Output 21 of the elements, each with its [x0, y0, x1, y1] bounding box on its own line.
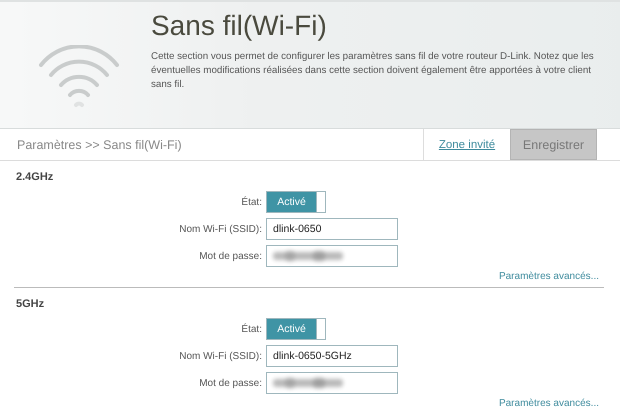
advanced-settings-link[interactable]: Paramètres avancés... — [498, 398, 599, 409]
band-title: 5GHz — [16, 297, 46, 312]
state-label: État: — [240, 324, 262, 334]
ssid-field[interactable]: dlink-0650 — [266, 218, 398, 240]
ssid-label: Nom Wi-Fi (SSID): — [178, 224, 262, 234]
advanced-settings-link[interactable]: Paramètres avancés... — [498, 271, 599, 282]
ssid-field[interactable]: dlink-0650-5GHz — [266, 345, 398, 367]
blurred-password-icon — [273, 250, 345, 262]
state-toggle[interactable]: Activé — [266, 191, 326, 213]
page-title: Sans fil(Wi-Fi) — [151, 10, 328, 42]
state-label: État: — [240, 196, 262, 208]
ssid-label: Nom Wi-Fi (SSID): — [178, 350, 262, 362]
password-field[interactable] — [266, 245, 398, 267]
blurred-password-icon — [273, 377, 345, 389]
password-field[interactable] — [266, 372, 398, 394]
band-title: 2.4GHz — [16, 170, 54, 185]
password-label: Mot de passe: — [198, 378, 262, 388]
breadcrumb: Paramètres >> Sans fil(Wi-Fi) — [16, 138, 183, 152]
page-description: Cette section vous permet de configurer les paramètres sans fil de votre routeur D-Link. Notez que les éventuelles modifications réalisées dans cette section doivent également être apportées à votre client sans fil. — [151, 50, 595, 92]
state-toggle[interactable]: Activé — [266, 318, 326, 340]
password-label: Mot de passe: — [198, 250, 262, 262]
